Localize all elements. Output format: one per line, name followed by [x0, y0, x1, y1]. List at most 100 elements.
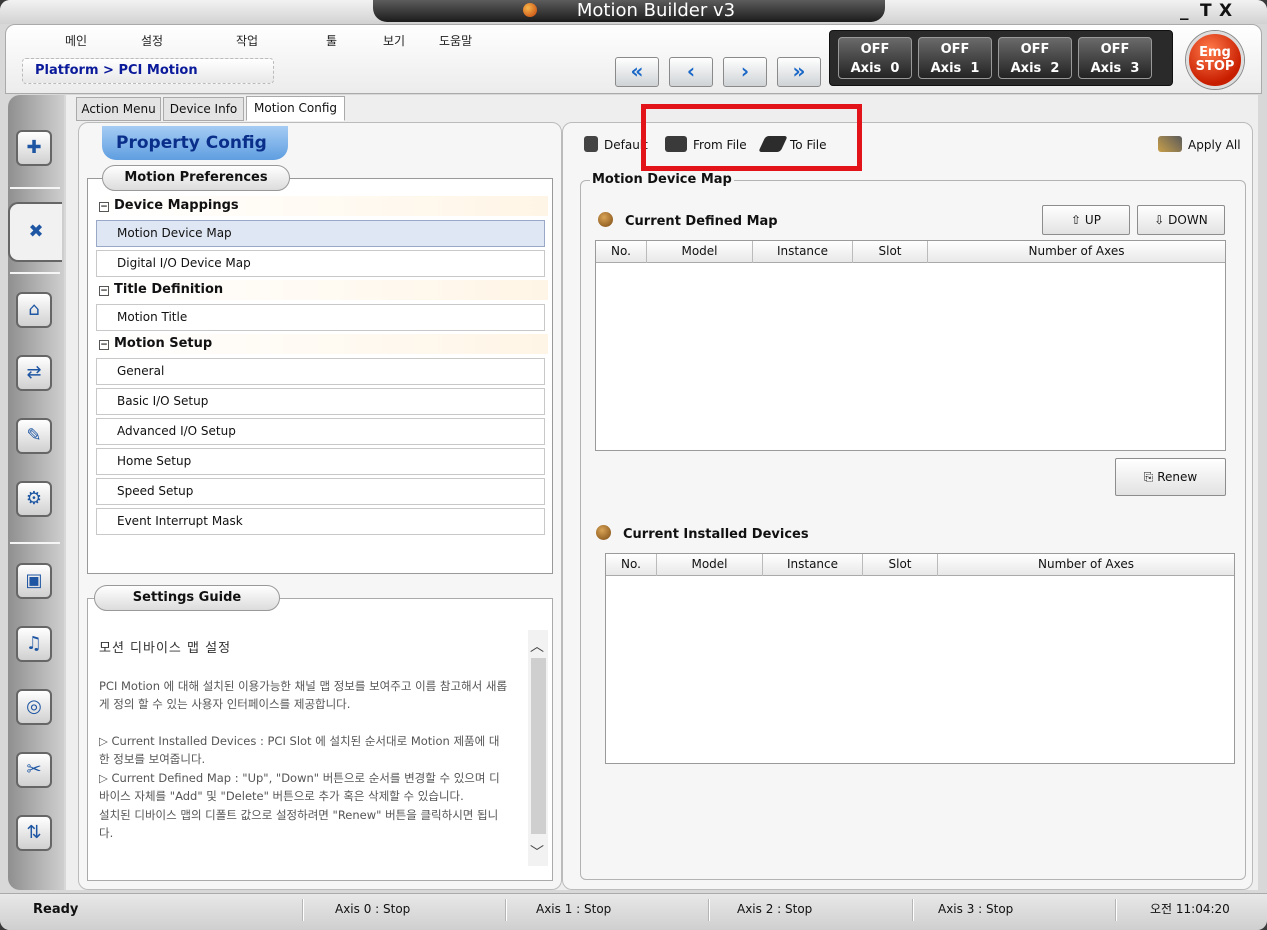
status-clock: 오전 11:04:20	[1150, 902, 1230, 916]
current-installed-devices-title: Current Installed Devices	[596, 525, 809, 542]
sidebar-signal-icon[interactable]: ♫	[16, 626, 52, 662]
breadcrumb: Platform > PCI Motion	[22, 58, 274, 84]
guide-para-2: ▷ Current Installed Devices : PCI Slot 에…	[99, 733, 500, 767]
current-defined-map-title: Current Defined Map	[598, 212, 778, 229]
bullet-icon	[596, 525, 611, 540]
axis-3-state: OFF	[1100, 42, 1130, 57]
col-model[interactable]: Model	[657, 554, 763, 576]
guide-heading: 모션 디바이스 맵 설정	[99, 641, 232, 656]
tab-device-info[interactable]: Device Info	[163, 97, 244, 121]
scroll-down-icon[interactable]: ﹀	[530, 842, 544, 862]
menu-help[interactable]: 도움말	[439, 32, 472, 49]
list-item-digital-io-map[interactable]: Digital I/O Device Map	[96, 250, 545, 277]
sidebar-divider	[10, 272, 60, 274]
nav-last-button[interactable]: »	[777, 57, 821, 87]
col-no[interactable]: No.	[596, 241, 647, 263]
settings-guide-text: 모션 디바이스 맵 설정 PCI Motion 에 대해 설치된 이용가능한 채…	[99, 640, 509, 843]
property-config-header: Property Config	[102, 126, 288, 160]
sidebar-edit-icon[interactable]: ✎	[16, 418, 52, 454]
axis-0-toggle[interactable]: OFF Axis 0	[838, 37, 912, 79]
list-item-basic-io[interactable]: Basic I/O Setup	[96, 388, 545, 415]
bullet-icon	[598, 212, 613, 227]
status-axis-0: Axis 0 : Stop	[335, 902, 411, 916]
collapse-icon[interactable]: −	[99, 340, 109, 350]
nav-next-button[interactable]: ›	[723, 57, 767, 87]
nav-prev-button[interactable]: ‹	[669, 57, 713, 87]
window-title: Motion Builder v3	[576, 0, 736, 21]
sidebar-tools-icon[interactable]: ✂	[16, 752, 52, 788]
collapse-icon[interactable]: −	[99, 202, 109, 212]
axis-3-toggle[interactable]: OFF Axis 3	[1078, 37, 1152, 79]
installed-devices-table[interactable]: No. Model Instance Slot Number of Axes	[605, 553, 1235, 764]
table-header: No. Model Instance Slot Number of Axes	[606, 554, 1234, 576]
apply-all-button[interactable]: Apply All	[1158, 136, 1241, 153]
apply-icon	[1158, 136, 1182, 152]
axis-2-toggle[interactable]: OFF Axis 2	[998, 37, 1072, 79]
col-number-of-axes[interactable]: Number of Axes	[938, 554, 1234, 576]
list-item-motion-title[interactable]: Motion Title	[96, 304, 545, 331]
close-button[interactable]: X	[1219, 1, 1232, 21]
defined-map-table[interactable]: No. Model Instance Slot Number of Axes	[595, 240, 1226, 451]
status-ready: Ready	[33, 902, 79, 917]
sidebar-home-icon[interactable]: ⌂	[16, 292, 52, 328]
status-bar: Ready Axis 0 : Stop Axis 1 : Stop Axis 2…	[0, 893, 1267, 930]
guide-para-4: 설치된 디바이스 맵의 디폴트 값으로 설정하려면 "Renew" 버튼을 클릭…	[99, 807, 499, 841]
list-item-motion-device-map[interactable]: Motion Device Map	[96, 220, 545, 247]
axis-2-state: OFF	[1020, 42, 1050, 57]
menu-settings[interactable]: 설정	[141, 32, 163, 49]
guide-para-1: PCI Motion 에 대해 설치된 이용가능한 채널 맵 정보를 보여주고 …	[99, 678, 508, 712]
guide-para-3: ▷ Current Defined Map : "Up", "Down" 버튼으…	[99, 770, 500, 804]
col-instance[interactable]: Instance	[753, 241, 853, 263]
list-item-event-interrupt-mask[interactable]: Event Interrupt Mask	[96, 508, 545, 535]
menu-tools[interactable]: 툴	[326, 32, 337, 49]
up-arrow-icon: ⇧	[1071, 213, 1085, 227]
sidebar-motor-icon[interactable]: ◎	[16, 689, 52, 725]
list-item-general[interactable]: General	[96, 358, 545, 385]
col-no[interactable]: No.	[606, 554, 657, 576]
emg-label: Emg	[1199, 45, 1231, 60]
axis-1-toggle[interactable]: OFF Axis 1	[918, 37, 992, 79]
sidebar-device-icon[interactable]: ▣	[16, 563, 52, 599]
scroll-up-icon[interactable]: ︿	[530, 636, 544, 656]
status-divider	[1115, 899, 1117, 921]
list-item-speed-setup[interactable]: Speed Setup	[96, 478, 545, 505]
col-instance[interactable]: Instance	[763, 554, 863, 576]
menu-view[interactable]: 보기	[383, 32, 405, 49]
renew-icon: ⎘	[1143, 470, 1158, 484]
guide-scroll-thumb[interactable]	[531, 658, 546, 834]
renew-button[interactable]: ⎘ Renew	[1115, 458, 1226, 496]
section-motion-setup[interactable]: − Motion Setup	[96, 334, 548, 354]
emergency-stop-button[interactable]: Emg STOP	[1186, 31, 1244, 89]
app-window: Motion Builder v3 _ T X 메인 설정 작업 툴 보기 도움…	[0, 0, 1267, 930]
document-icon	[584, 136, 598, 152]
sidebar-config-icon[interactable]: ✖	[8, 202, 62, 262]
col-model[interactable]: Model	[647, 241, 753, 263]
nav-first-button[interactable]: «	[615, 57, 659, 87]
settings-guide-header: Settings Guide	[94, 585, 280, 611]
minimize-button[interactable]: _	[1180, 1, 1189, 21]
list-item-home-setup[interactable]: Home Setup	[96, 448, 545, 475]
col-slot[interactable]: Slot	[853, 241, 928, 263]
default-button[interactable]: Default	[584, 136, 648, 153]
tab-action-menu[interactable]: Action Menu	[76, 97, 161, 121]
restore-button[interactable]: T	[1200, 1, 1212, 21]
sidebar-platform-icon[interactable]: ✚	[16, 130, 52, 166]
col-number-of-axes[interactable]: Number of Axes	[928, 241, 1225, 263]
menu-tasks[interactable]: 작업	[236, 32, 258, 49]
section-device-mappings[interactable]: − Device Mappings	[96, 196, 548, 216]
stop-label: STOP	[1195, 59, 1235, 74]
list-item-advanced-io[interactable]: Advanced I/O Setup	[96, 418, 545, 445]
collapse-icon[interactable]: −	[99, 286, 109, 296]
sidebar-gear-icon[interactable]: ⚙	[16, 481, 52, 517]
sidebar-network-icon[interactable]: ⇅	[16, 815, 52, 851]
menu-main[interactable]: 메인	[65, 32, 87, 49]
sidebar-io-icon[interactable]: ⇄	[16, 355, 52, 391]
up-button[interactable]: ⇧ UP	[1042, 205, 1130, 235]
section-title-definition[interactable]: − Title Definition	[96, 280, 548, 300]
sidebar-divider	[10, 187, 60, 189]
status-divider	[708, 899, 710, 921]
down-button[interactable]: ⇩ DOWN	[1137, 205, 1225, 235]
status-divider	[505, 899, 507, 921]
tab-motion-config[interactable]: Motion Config	[246, 96, 345, 121]
col-slot[interactable]: Slot	[863, 554, 938, 576]
